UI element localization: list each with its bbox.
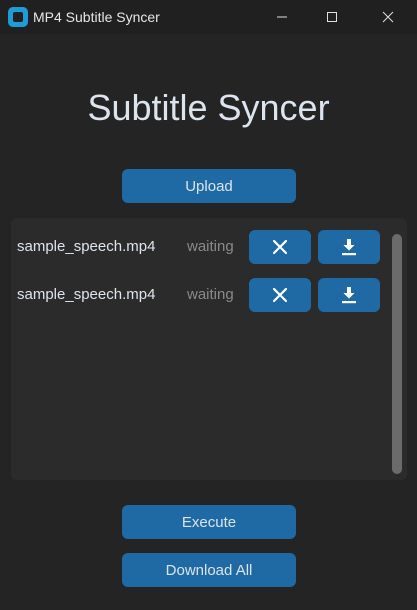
upload-button[interactable]: Upload (122, 169, 296, 203)
remove-file-button[interactable] (249, 230, 311, 264)
page-title: Subtitle Syncer (87, 87, 330, 128)
file-name: sample_speech.mp4 (17, 238, 156, 255)
file-name: sample_speech.mp4 (17, 286, 156, 303)
remove-file-button[interactable] (249, 278, 311, 312)
x-icon (272, 239, 288, 255)
title-bar: MP4 Subtitle Syncer (0, 0, 417, 34)
execute-button[interactable]: Execute (122, 505, 296, 539)
download-file-button[interactable] (318, 230, 380, 264)
minimize-icon (277, 16, 287, 18)
close-window-button[interactable] (363, 0, 413, 34)
file-row: sample_speech.mp4 waiting (11, 278, 391, 312)
scrollbar-thumb[interactable] (392, 234, 402, 474)
scrollbar[interactable] (392, 234, 402, 474)
download-all-button[interactable]: Download All (122, 553, 296, 587)
file-status: waiting (187, 238, 234, 255)
maximize-button[interactable] (307, 0, 357, 34)
maximize-icon (327, 12, 337, 22)
x-icon (272, 287, 288, 303)
download-icon (342, 287, 356, 304)
close-icon (382, 11, 394, 23)
download-icon (342, 239, 356, 256)
file-list-panel: sample_speech.mp4 waiting sample_speech.… (11, 218, 407, 480)
minimize-button[interactable] (257, 0, 307, 34)
file-row: sample_speech.mp4 waiting (11, 230, 391, 264)
app-icon (8, 7, 28, 27)
file-status: waiting (187, 286, 234, 303)
window-title: MP4 Subtitle Syncer (33, 9, 160, 25)
download-file-button[interactable] (318, 278, 380, 312)
